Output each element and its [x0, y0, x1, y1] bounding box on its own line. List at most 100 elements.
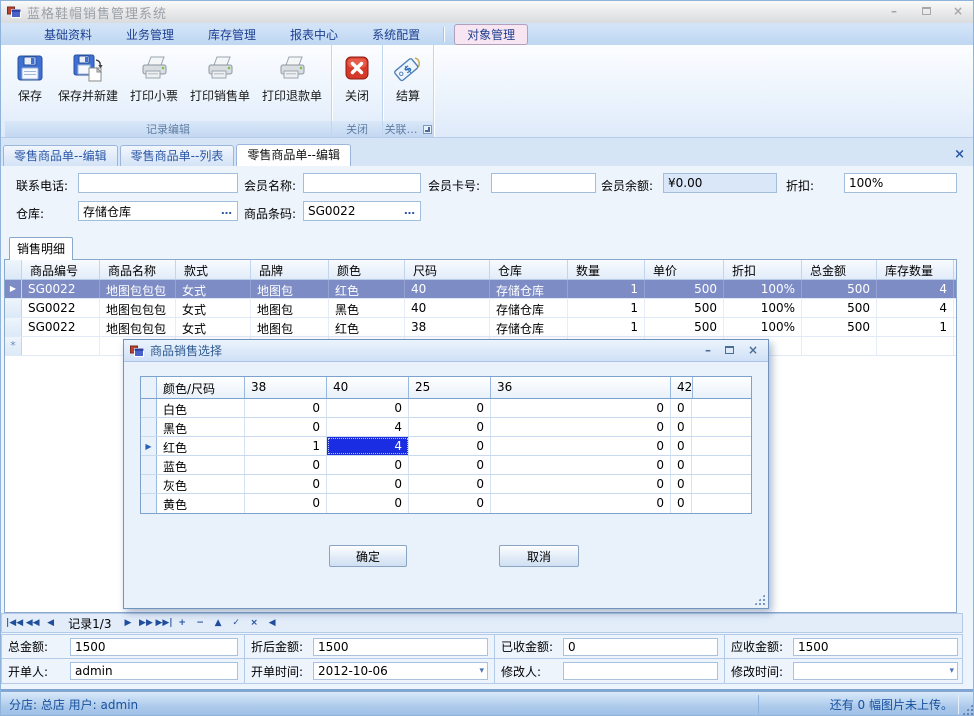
quantity-cell[interactable]: 0	[409, 456, 491, 474]
ribbon-tab-system-config[interactable]: 系统配置	[359, 24, 433, 45]
nav-append-button[interactable]: +	[174, 615, 191, 631]
quantity-cell[interactable]: 0	[491, 437, 671, 455]
grid-cell[interactable]: 地图包包包	[100, 299, 176, 317]
quantity-cell[interactable]: 0	[491, 399, 671, 417]
doc-tab-retail-edit-2[interactable]: 零售商品单--编辑	[236, 144, 351, 166]
receivable-amount-input[interactable]: 1500	[793, 638, 958, 656]
nav-delete-button[interactable]: −	[192, 615, 209, 631]
nav-collapse-button[interactable]: ◀	[264, 615, 281, 631]
grid-cell[interactable]: 红色	[329, 280, 405, 298]
dialog-grid-row[interactable]: 黄色00000	[141, 494, 751, 513]
dropdown-arrow-icon[interactable]: ▾	[949, 666, 954, 676]
grid-cell[interactable]: 1	[877, 318, 954, 336]
grid-column-header[interactable]: 商品编号	[22, 260, 100, 279]
grid-cell[interactable]: 40	[405, 280, 490, 298]
grid-cell[interactable]	[877, 337, 954, 355]
dialog-grid-row[interactable]: ▶红色14000	[141, 437, 751, 456]
phone-input[interactable]	[78, 173, 238, 193]
quantity-cell[interactable]: 0	[245, 418, 327, 436]
quantity-cell[interactable]: 1	[245, 437, 327, 455]
grid-cell[interactable]: 存储仓库	[490, 280, 568, 298]
grid-cell[interactable]: 500	[802, 299, 877, 317]
nav-edit-button[interactable]: ▲	[210, 615, 227, 631]
color-label-cell[interactable]: 黄色	[157, 494, 245, 513]
member-card-input[interactable]	[491, 173, 596, 193]
ribbon-tab-object-mgmt[interactable]: 对象管理	[454, 24, 528, 45]
quantity-cell[interactable]: 0	[671, 437, 692, 455]
close-button[interactable]: 关闭	[335, 49, 379, 106]
dialog-grid-column-header[interactable]: 40	[327, 377, 409, 398]
grid-column-header[interactable]: 库存数量	[877, 260, 954, 279]
grid-cell[interactable]: 500	[645, 299, 724, 317]
settle-button[interactable]: $结算	[386, 49, 430, 106]
color-label-cell[interactable]: 黑色	[157, 418, 245, 436]
grid-column-header[interactable]: 折扣	[724, 260, 802, 279]
grid-cell[interactable]: 40	[405, 299, 490, 317]
quantity-cell[interactable]: 0	[245, 475, 327, 493]
quantity-cell[interactable]: 0	[409, 399, 491, 417]
grid-cell[interactable]: SG0022	[22, 318, 100, 336]
create-time-input[interactable]: 2012-10-06▾	[313, 662, 488, 680]
print-refund-button[interactable]: 打印退款单	[256, 49, 328, 106]
ribbon-tab-reports[interactable]: 报表中心	[277, 24, 351, 45]
grid-cell[interactable]: 1	[568, 299, 645, 317]
barcode-lookup-button[interactable]: …	[404, 204, 416, 217]
quantity-cell[interactable]: 0	[409, 437, 491, 455]
nav-next-button[interactable]: ▶	[119, 615, 136, 631]
grid-row[interactable]: SG0022地图包包包女式地图包黑色40存储仓库1500100%5004	[5, 299, 956, 318]
quantity-cell[interactable]: 0	[409, 494, 491, 513]
quantity-cell[interactable]: 0	[491, 418, 671, 436]
minimize-button[interactable]: –	[885, 4, 903, 18]
quantity-cell[interactable]: 0	[491, 494, 671, 513]
grid-cell[interactable]: SG0022	[22, 280, 100, 298]
dialog-grid-row[interactable]: 灰色00000	[141, 475, 751, 494]
grid-cell[interactable]: 100%	[724, 299, 802, 317]
quantity-cell[interactable]: 0	[491, 475, 671, 493]
color-label-cell[interactable]: 蓝色	[157, 456, 245, 474]
doc-tab-retail-edit[interactable]: 零售商品单--编辑	[3, 145, 118, 166]
dialog-grid-column-header[interactable]: 38	[245, 377, 327, 398]
print-receipt-button[interactable]: 打印小票	[124, 49, 184, 106]
grid-cell[interactable]: 500	[802, 318, 877, 336]
quantity-cell[interactable]: 0	[327, 475, 409, 493]
quantity-cell[interactable]: 0	[327, 494, 409, 513]
modifier-input[interactable]	[563, 662, 718, 680]
dialog-grid-row[interactable]: 黑色04000	[141, 418, 751, 437]
dialog-titlebar[interactable]: 商品销售选择 – ×	[124, 340, 768, 362]
save-new-button[interactable]: 保存并新建	[52, 49, 124, 106]
received-amount-input[interactable]: 0	[563, 638, 718, 656]
quantity-cell[interactable]: 0	[245, 494, 327, 513]
quantity-cell[interactable]: 0	[491, 456, 671, 474]
grid-cell[interactable]: 黑色	[329, 299, 405, 317]
grid-cell[interactable]: 女式	[176, 318, 251, 336]
warehouse-lookup-button[interactable]: …	[221, 204, 233, 217]
grid-cell[interactable]: 女式	[176, 299, 251, 317]
dialog-minimize-button[interactable]: –	[705, 343, 711, 357]
ribbon-tab-inventory[interactable]: 库存管理	[195, 24, 269, 45]
ribbon-tab-business[interactable]: 业务管理	[113, 24, 187, 45]
grid-cell[interactable]: 500	[645, 318, 724, 336]
ribbon-tab-basic-data[interactable]: 基础资料	[31, 24, 105, 45]
dialog-launcher-icon[interactable]	[423, 125, 432, 134]
doc-tab-retail-list[interactable]: 零售商品单--列表	[120, 145, 235, 166]
grid-cell[interactable]: 4	[877, 280, 954, 298]
quantity-cell[interactable]: 0	[409, 418, 491, 436]
dialog-resize-grip[interactable]	[754, 594, 765, 605]
dialog-close-button[interactable]: ×	[748, 343, 758, 357]
dialog-grid-column-header[interactable]: 颜色/尺码	[157, 377, 245, 398]
grid-cell[interactable]: 地图包	[251, 299, 329, 317]
quantity-cell[interactable]: 0	[671, 456, 692, 474]
grid-cell[interactable]: SG0022	[22, 299, 100, 317]
nav-cancel-edit-button[interactable]: ×	[246, 615, 263, 631]
quantity-cell[interactable]: 0	[245, 399, 327, 417]
cancel-button[interactable]: 取消	[499, 545, 579, 567]
grid-cell[interactable]: 500	[645, 280, 724, 298]
dialog-grid-row[interactable]: 蓝色00000	[141, 456, 751, 475]
quantity-cell[interactable]: 0	[671, 494, 692, 513]
nav-first-button[interactable]: |◀◀	[6, 615, 23, 631]
grid-cell[interactable]: 红色	[329, 318, 405, 336]
nav-prev-button[interactable]: ◀	[42, 615, 59, 631]
grid-cell[interactable]: 存储仓库	[490, 318, 568, 336]
quantity-cell[interactable]: 0	[671, 475, 692, 493]
quantity-cell-selected[interactable]: 4	[327, 437, 409, 455]
